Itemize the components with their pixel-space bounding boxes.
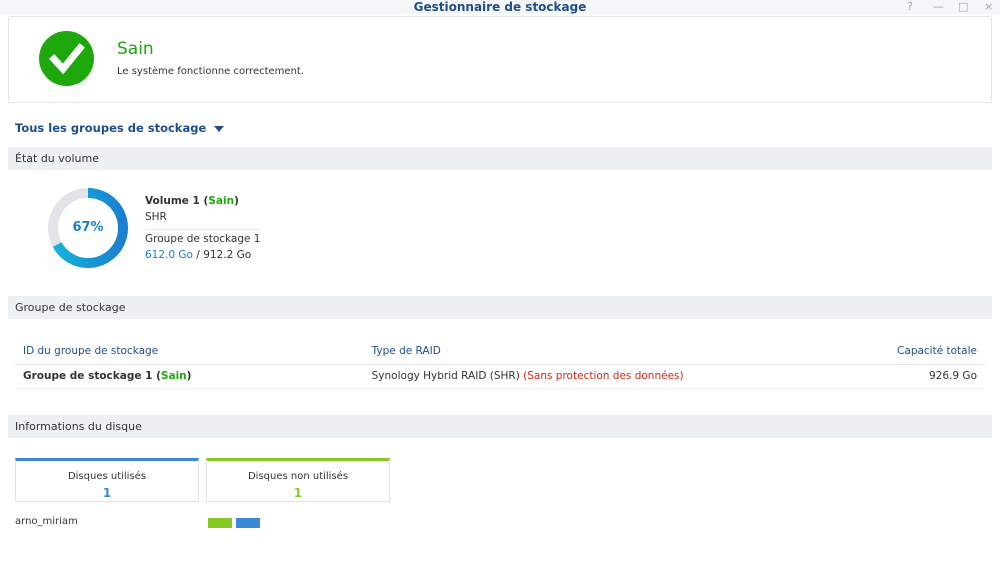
disk-name: arno_miriam [15, 516, 78, 527]
pool-table: ID du groupe de stockage Type de RAID Ca… [15, 338, 985, 389]
unused-disks-label: Disques non utilisés [247, 471, 349, 482]
pool-section-header: Groupe de stockage [8, 296, 992, 319]
dropdown-label: Tous les groupes de stockage [15, 121, 207, 135]
table-row[interactable]: Groupe de stockage 1 (Sain) Synology Hyb… [15, 364, 985, 389]
help-icon[interactable]: ? [907, 0, 913, 14]
raid-type: Synology Hybrid RAID (SHR) [371, 370, 520, 382]
pool-status: Sain [160, 370, 187, 382]
pool-capacity: 926.9 Go [803, 364, 985, 389]
health-message: Le système fonctionne correctement. [117, 66, 305, 77]
used-disks-label: Disques utilisés [67, 471, 147, 482]
health-title: Sain [117, 39, 154, 59]
volume-group: Groupe de stockage 1 [145, 233, 261, 245]
health-status-panel: Sain Le système fonctionne correctement. [8, 16, 992, 103]
used-disk-indicator[interactable] [236, 518, 260, 528]
used-disks-count: 1 [102, 486, 112, 500]
volume-status: Sain [208, 195, 235, 207]
volume-type: SHR [145, 211, 167, 223]
maximize-icon[interactable]: □ [958, 0, 968, 14]
window-title: Gestionnaire de stockage [413, 0, 587, 14]
usage-percent: 67% [72, 220, 104, 235]
raid-warning: (Sans protection des données) [523, 370, 684, 382]
column-header-raid[interactable]: Type de RAID [363, 338, 804, 365]
check-icon [39, 31, 94, 86]
storage-group-dropdown[interactable]: Tous les groupes de stockage [15, 121, 225, 135]
unused-disks-count: 1 [293, 486, 303, 500]
volume-used: 612.0 Go [145, 249, 193, 261]
unused-disk-indicator[interactable] [208, 518, 232, 528]
chevron-down-icon [214, 125, 225, 132]
title-bar: Gestionnaire de stockage ? — □ × [0, 0, 1000, 14]
used-disks-card[interactable]: Disques utilisés 1 [15, 458, 199, 502]
disk-section-header: Informations du disque [8, 415, 992, 438]
volume-section-header: État du volume [8, 147, 992, 170]
pool-id: Groupe de stockage 1 [23, 370, 153, 382]
volume-info: Volume 1 (Sain) SHR Groupe de stockage 1… [145, 195, 261, 261]
close-icon[interactable]: × [984, 0, 993, 14]
volume-total: 912.2 Go [203, 249, 252, 261]
minimize-icon[interactable]: — [933, 0, 944, 14]
volume-name[interactable]: Volume 1 [145, 195, 200, 207]
column-header-capacity[interactable]: Capacité totale [803, 338, 985, 365]
column-header-id[interactable]: ID du groupe de stockage [15, 338, 364, 365]
unused-disks-card[interactable]: Disques non utilisés 1 [206, 458, 390, 502]
